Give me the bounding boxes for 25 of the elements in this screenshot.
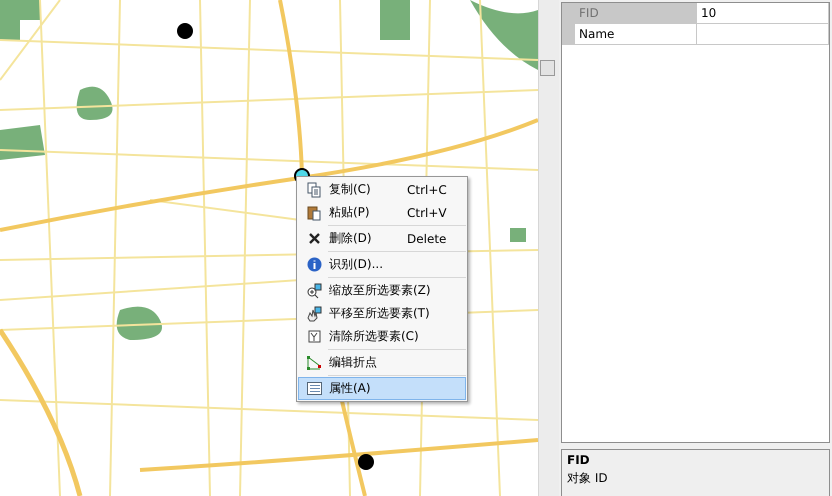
menu-item[interactable]: 删除(D) Delete (298, 227, 466, 250)
delete-icon (308, 233, 320, 244)
field-name-cell: FID (575, 3, 697, 23)
info-icon (306, 257, 322, 272)
menu-item[interactable]: 平移至所选要素(T) (298, 302, 466, 325)
scroll-thumb[interactable] (540, 60, 555, 76)
table-icon (306, 382, 322, 395)
clipboard-icon (307, 204, 321, 220)
zoom-icon (306, 282, 322, 298)
menu-item[interactable]: 清除所选要素(C) (298, 325, 466, 348)
menu-item[interactable]: 缩放至所选要素(Z) (298, 279, 466, 302)
vertices-icon (306, 354, 322, 370)
menu-item[interactable]: 编辑折点 (298, 351, 466, 374)
description-title: FID (567, 453, 591, 467)
menu-item[interactable]: 识别(D)... (298, 253, 466, 276)
copy-icon (307, 182, 321, 198)
hand-icon (306, 306, 322, 322)
menu-item[interactable]: 属性(A) (298, 377, 466, 400)
menu-item[interactable]: 复制(C) Ctrl+C (298, 178, 466, 201)
description-text: 对象 ID (567, 470, 609, 487)
point-marker-icon[interactable] (358, 454, 374, 470)
point-marker-icon[interactable] (177, 23, 193, 39)
scrollbar[interactable] (538, 0, 559, 496)
clear-selection-icon (308, 330, 320, 343)
menu-item[interactable]: 粘贴(P) Ctrl+V (298, 201, 466, 224)
